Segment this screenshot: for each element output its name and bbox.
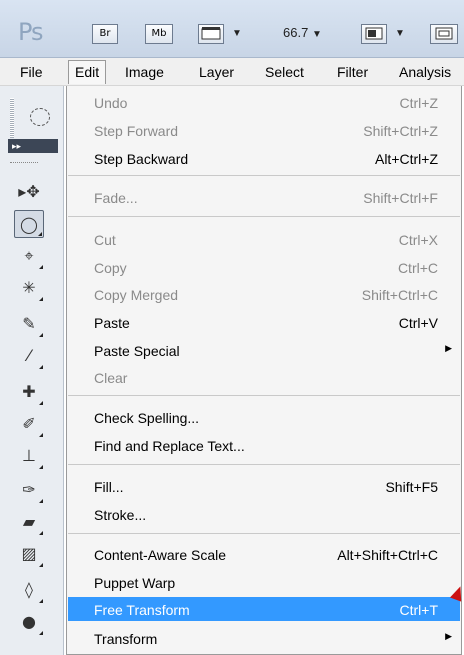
menu-separator: [68, 395, 460, 396]
menu-item-label: Undo: [94, 95, 128, 111]
menu-item-label: Paste Special: [94, 343, 180, 359]
menu-item-label: Free Transform: [94, 602, 190, 618]
photoshop-logo: Ps: [18, 18, 44, 46]
menu-item-label: Fill...: [94, 479, 124, 495]
screen-mode-button[interactable]: [430, 24, 458, 44]
menu-item-copy-merged[interactable]: Copy Merged Shift+Ctrl+C: [68, 282, 460, 306]
panel-divider: [10, 162, 38, 164]
menu-item-copy[interactable]: Copy Ctrl+C: [68, 255, 460, 279]
menu-item-label: Find and Replace Text...: [94, 438, 245, 454]
menu-item-find-replace[interactable]: Find and Replace Text...: [68, 433, 460, 457]
menu-item-content-aware-scale[interactable]: Content-Aware Scale Alt+Shift+Ctrl+C: [68, 542, 460, 566]
menu-item-shortcut: Shift+Ctrl+F: [363, 190, 438, 206]
menu-item-shortcut: Ctrl+Z: [399, 95, 439, 111]
screen-mode-icon: [435, 27, 453, 40]
zoom-level[interactable]: 66.7 ▼: [283, 25, 322, 40]
menu-item-fill[interactable]: Fill... Shift+F5: [68, 474, 460, 498]
clone-stamp-tool-icon[interactable]: ⊥: [14, 442, 44, 470]
menu-item-undo[interactable]: Undo Ctrl+Z: [68, 90, 460, 114]
menu-item-shortcut: Shift+Ctrl+Z: [363, 123, 438, 139]
crop-tool-icon[interactable]: ✎: [14, 310, 44, 338]
menu-item-label: Stroke...: [94, 507, 147, 523]
menu-item-step-backward[interactable]: Step Backward Alt+Ctrl+Z: [68, 146, 460, 170]
gradient-tool-icon[interactable]: ▨: [14, 540, 44, 568]
menu-select[interactable]: Select: [265, 64, 304, 80]
menu-item-label: Step Forward: [94, 123, 179, 139]
menu-item-shortcut: Shift+F5: [385, 479, 438, 495]
menu-item-stroke[interactable]: Stroke...: [68, 502, 460, 526]
menu-item-shortcut: Shift+Ctrl+C: [361, 287, 438, 303]
chevron-down-icon[interactable]: ▼: [395, 28, 405, 39]
chevron-down-icon[interactable]: ▼: [232, 28, 242, 39]
menu-item-shortcut: Ctrl+T: [399, 602, 439, 618]
menu-item-paste[interactable]: Paste Ctrl+V: [68, 310, 460, 334]
menu-layer[interactable]: Layer: [199, 64, 234, 80]
panel-grip[interactable]: [10, 98, 14, 138]
menu-item-label: Transform: [94, 631, 158, 647]
magic-wand-tool-icon[interactable]: ✳: [14, 274, 44, 302]
menu-filter[interactable]: Filter: [337, 64, 368, 80]
menu-item-step-forward[interactable]: Step Forward Shift+Ctrl+Z: [68, 118, 460, 142]
menu-item-shortcut: Ctrl+C: [397, 260, 438, 276]
menu-item-puppet-warp[interactable]: Puppet Warp: [68, 570, 460, 594]
lasso-tool-icon[interactable]: ⌖: [14, 242, 44, 270]
menu-item-paste-special[interactable]: Paste Special ▶: [68, 338, 460, 362]
active-tool-preset[interactable]: [8, 98, 58, 138]
eraser-tool-icon[interactable]: ▰: [14, 508, 44, 536]
menu-item-clear[interactable]: Clear: [68, 365, 460, 389]
menu-item-label: Paste: [94, 315, 130, 331]
blur-tool-icon[interactable]: ◊: [14, 576, 44, 604]
healing-brush-tool-icon[interactable]: ✚: [14, 378, 44, 406]
film-strip-icon: [201, 27, 221, 40]
menu-item-shortcut: Alt+Shift+Ctrl+C: [337, 547, 438, 563]
menu-item-check-spelling[interactable]: Check Spelling...: [68, 405, 460, 429]
menu-item-free-transform[interactable]: Free Transform Ctrl+T: [68, 597, 460, 621]
menu-analysis[interactable]: Analysis: [399, 64, 451, 80]
submenu-arrow-icon: ▶: [445, 631, 452, 641]
move-tool-icon[interactable]: ▸✥: [14, 178, 44, 206]
menu-item-shortcut: Alt+Ctrl+Z: [374, 151, 438, 167]
menu-item-label: Clear: [94, 370, 128, 386]
menu-separator: [68, 533, 460, 534]
edit-menu-dropdown: Undo Ctrl+Z Step Forward Shift+Ctrl+Z St…: [66, 86, 462, 655]
menu-separator: [68, 216, 460, 217]
application-bar: Ps Br Mb ▼ 66.7 ▼ ▼: [0, 0, 464, 58]
menu-item-cut[interactable]: Cut Ctrl+X: [68, 227, 460, 251]
menu-item-label: Fade...: [94, 190, 138, 206]
menu-item-label: Cut: [94, 232, 116, 248]
menu-item-fade[interactable]: Fade... Shift+Ctrl+F: [68, 185, 460, 209]
menu-item-label: Content-Aware Scale: [94, 547, 227, 563]
minibridge-button[interactable]: Mb: [145, 24, 173, 44]
menu-item-label: Copy Merged: [94, 287, 179, 303]
dodge-tool-icon[interactable]: ●: [14, 608, 44, 636]
submenu-arrow-icon: ▶: [445, 343, 452, 353]
menu-separator: [68, 175, 460, 176]
brush-tool-icon[interactable]: ✐: [14, 410, 44, 438]
history-brush-tool-icon[interactable]: ✑: [14, 476, 44, 504]
bridge-button[interactable]: Br: [92, 24, 118, 44]
view-extras-button[interactable]: [198, 24, 224, 44]
menu-item-shortcut: Ctrl+X: [398, 232, 438, 248]
layout-icon: [365, 27, 383, 40]
menu-item-label: Copy: [94, 260, 127, 276]
tools-panel: ▸▸ ▸✥ ◯ ⌖ ✳ ✎ ⁄ ✚ ✐ ⊥ ✑ ▰ ▨ ◊ ●: [0, 86, 64, 655]
eyedropper-tool-icon[interactable]: ⁄: [14, 342, 44, 370]
elliptical-marquee-tool-icon[interactable]: ◯: [14, 210, 44, 238]
chevron-down-icon: ▼: [311, 29, 322, 40]
menu-item-label: Puppet Warp: [94, 575, 176, 591]
menu-bar: File Edit Image Layer Select Filter Anal…: [0, 58, 464, 86]
elliptical-marquee-icon: [30, 108, 50, 126]
menu-edit[interactable]: Edit: [68, 60, 107, 84]
arrange-documents-button[interactable]: [361, 24, 387, 44]
menu-separator: [68, 464, 460, 465]
menu-item-shortcut: Ctrl+V: [398, 315, 438, 331]
menu-item-label: Step Backward: [94, 151, 189, 167]
menu-item-label: Check Spelling...: [94, 410, 200, 426]
zoom-value: 66.7: [283, 25, 309, 40]
menu-item-transform[interactable]: Transform ▶: [68, 626, 460, 650]
menu-file[interactable]: File: [20, 64, 43, 80]
expand-panel-button[interactable]: ▸▸: [8, 139, 58, 153]
menu-image[interactable]: Image: [125, 64, 164, 80]
